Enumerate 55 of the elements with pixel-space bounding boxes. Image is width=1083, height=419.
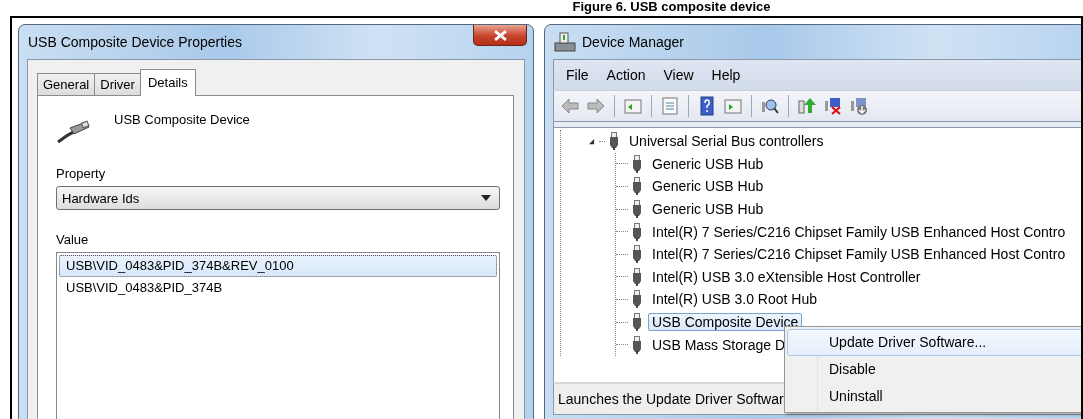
window-title: USB Composite Device Properties — [28, 34, 242, 50]
usb-plug-icon — [609, 132, 619, 151]
tree-item[interactable]: Generic USB Hub — [648, 177, 768, 196]
usb-plug-icon — [632, 267, 642, 286]
list-item[interactable]: USB\VID_0483&PID_374B — [59, 277, 497, 299]
tree-item[interactable]: Intel(R) USB 3.0 Root Hub — [648, 290, 821, 309]
usb-plug-icon — [632, 154, 642, 173]
list-item[interactable]: USB\VID_0483&PID_374B&REV_0100 — [59, 255, 497, 277]
tab[interactable]: Details — [139, 69, 196, 96]
figure-caption: Figure 6. USB composite device — [571, 0, 772, 16]
close-icon — [493, 29, 507, 41]
menu-item[interactable]: Help — [702, 65, 750, 85]
help-icon[interactable] — [697, 96, 717, 116]
menu-item[interactable]: File — [557, 65, 598, 85]
device-name: USB Composite Device — [114, 112, 250, 129]
document-icon[interactable] — [660, 96, 680, 116]
usb-cable-icon — [56, 118, 90, 144]
close-button[interactable] — [473, 25, 527, 46]
tree-item[interactable]: Generic USB Hub — [648, 200, 768, 219]
usb-plug-icon — [632, 200, 642, 219]
download-icon[interactable] — [849, 96, 869, 116]
menu-item[interactable]: View — [654, 65, 703, 85]
field-label: Property — [56, 166, 107, 181]
search-icon[interactable] — [760, 96, 780, 116]
expanded-triangle-icon[interactable] — [587, 137, 595, 145]
usb-plug-icon — [632, 290, 642, 309]
back-arrow-icon[interactable] — [560, 96, 580, 116]
tree-item[interactable]: USB Composite Device — [648, 313, 803, 332]
usb-plug-icon — [632, 222, 642, 241]
usb-plug-icon — [632, 313, 642, 332]
window-title: Device Manager — [582, 34, 684, 50]
forward-arrow-icon[interactable] — [586, 96, 606, 116]
tree-item[interactable]: Intel(R) 7 Series/C216 Chipset Family USB Enhanced Host Contro — [648, 222, 1070, 241]
menu-item[interactable]: Uninstall — [787, 383, 1081, 410]
computer-icon — [554, 32, 576, 52]
pane-icon[interactable] — [723, 96, 743, 116]
usb-plug-icon — [632, 245, 642, 264]
tab[interactable]: General — [37, 73, 96, 95]
menu-item[interactable]: Update Driver Software... — [787, 329, 1081, 356]
tab[interactable]: Driver — [94, 73, 141, 95]
tree-item[interactable]: Generic USB Hub — [648, 154, 768, 173]
menu-item[interactable]: Disable — [787, 356, 1081, 383]
tree-item[interactable]: Universal Serial Bus controllers — [625, 132, 828, 151]
tree-item[interactable]: Intel(R) 7 Series/C216 Chipset Family USB Enhanced Host Contro — [648, 245, 1070, 264]
usb-plug-icon — [632, 335, 642, 354]
up-arrow-icon[interactable] — [797, 96, 817, 116]
menu-item[interactable]: Action — [597, 65, 655, 85]
pane-icon[interactable] — [623, 96, 643, 116]
field-label: Value — [56, 232, 90, 247]
usb-plug-icon — [632, 177, 642, 196]
property-dropdown[interactable]: Hardware Ids — [56, 186, 500, 210]
remove-icon[interactable] — [823, 96, 843, 116]
dropdown-arrow-icon — [481, 195, 491, 201]
status-text: Launches the Update Driver Softwar — [558, 391, 784, 407]
tree-item[interactable]: Intel(R) USB 3.0 eXtensible Host Controller — [648, 267, 925, 286]
